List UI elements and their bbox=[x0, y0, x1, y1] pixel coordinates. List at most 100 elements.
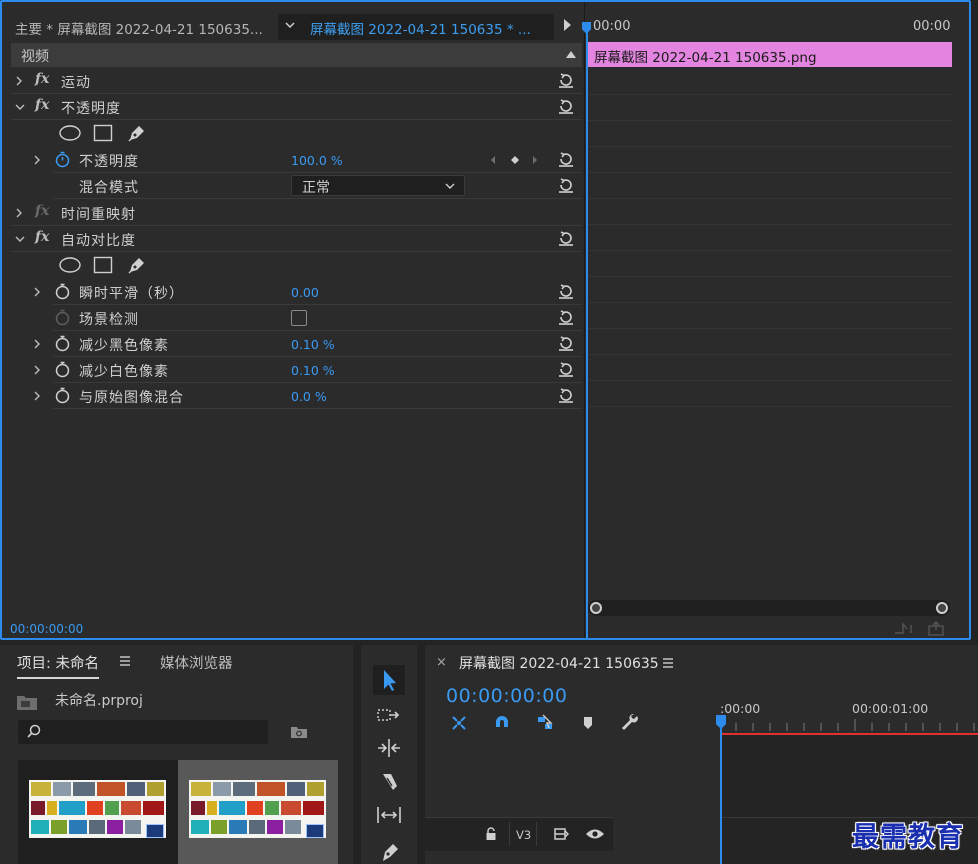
reset-icon[interactable] bbox=[557, 334, 575, 352]
stopwatch-icon[interactable] bbox=[54, 361, 71, 378]
stopwatch-icon[interactable] bbox=[54, 283, 71, 300]
reset-icon[interactable] bbox=[557, 176, 575, 194]
reset-icon[interactable] bbox=[557, 282, 575, 300]
work-area-bar[interactable] bbox=[720, 733, 978, 735]
razor-tool[interactable] bbox=[373, 766, 405, 796]
new-bin-search-icon[interactable] bbox=[290, 725, 308, 739]
expand-chevron-icon[interactable] bbox=[33, 287, 41, 297]
sync-lock-icon[interactable] bbox=[553, 827, 569, 841]
project-item-thumbnail-selected[interactable] bbox=[178, 760, 338, 864]
ellipse-mask-icon[interactable] bbox=[58, 256, 82, 274]
param-row-blend-mode[interactable]: 混合模式 正常 bbox=[53, 173, 582, 199]
pen-mask-icon[interactable] bbox=[126, 254, 148, 276]
tab-media-browser[interactable]: 媒体浏览器 bbox=[160, 652, 233, 673]
video-section-header[interactable]: 视频 bbox=[11, 43, 582, 67]
reset-icon[interactable] bbox=[557, 71, 575, 89]
selection-tool[interactable] bbox=[373, 665, 405, 695]
fx-icon[interactable]: fx bbox=[35, 97, 49, 113]
stopwatch-active-icon[interactable] bbox=[54, 151, 71, 168]
blend-mode-select[interactable]: 正常 bbox=[291, 175, 465, 196]
panel-menu-icon[interactable] bbox=[119, 655, 131, 667]
collapse-chevron-icon[interactable] bbox=[15, 102, 25, 112]
source-clip-label[interactable]: 主要 * 屏幕截图 2022-04-21 150635... bbox=[15, 18, 263, 38]
track-label-v3: V3 bbox=[516, 828, 532, 842]
stopwatch-icon[interactable] bbox=[54, 387, 71, 404]
blend-original-value[interactable]: 0.0 % bbox=[291, 389, 327, 404]
reduce-black-value[interactable]: 0.10 % bbox=[291, 337, 335, 352]
expand-chevron-icon[interactable] bbox=[33, 391, 41, 401]
stopwatch-icon[interactable] bbox=[54, 335, 71, 352]
expand-chevron-icon[interactable] bbox=[15, 208, 23, 218]
timeline-timecode[interactable]: 00:00:00:00 bbox=[446, 685, 567, 707]
expand-chevron-icon[interactable] bbox=[33, 339, 41, 349]
scene-detect-checkbox[interactable] bbox=[291, 310, 307, 326]
param-row-reduce-white[interactable]: 减少白色像素 0.10 % bbox=[34, 357, 582, 383]
add-marker-icon[interactable] bbox=[578, 713, 598, 733]
reduce-white-value[interactable]: 0.10 % bbox=[291, 363, 335, 378]
rectangle-mask-icon[interactable] bbox=[93, 124, 113, 142]
clip-selector-dropdown[interactable]: 屏幕截图 2022-04-21 150635 * ... bbox=[278, 14, 554, 40]
expand-chevron-icon[interactable] bbox=[33, 365, 41, 375]
panel-menu-icon[interactable] bbox=[662, 657, 674, 669]
audio-export-icons[interactable] bbox=[893, 620, 953, 636]
pen-mask-icon[interactable] bbox=[126, 122, 148, 144]
reset-icon[interactable] bbox=[557, 386, 575, 404]
param-row-temporal-smoothing[interactable]: 瞬时平滑（秒） 0.00 bbox=[34, 279, 582, 305]
effect-row-opacity[interactable]: fx 不透明度 bbox=[11, 94, 582, 120]
param-label: 与原始图像混合 bbox=[79, 390, 184, 406]
fx-icon[interactable]: fx bbox=[35, 229, 49, 245]
slip-tool[interactable] bbox=[373, 800, 405, 830]
reset-icon[interactable] bbox=[557, 308, 575, 326]
expand-chevron-icon[interactable] bbox=[15, 76, 23, 86]
reset-icon[interactable] bbox=[557, 229, 575, 247]
lock-track-icon[interactable] bbox=[485, 827, 497, 841]
reset-icon[interactable] bbox=[557, 97, 575, 115]
reset-icon[interactable] bbox=[557, 150, 575, 168]
collapse-up-icon[interactable] bbox=[566, 51, 576, 58]
effect-controls-ruler[interactable]: 00:00 00:00 bbox=[585, 2, 969, 40]
wrench-settings-icon[interactable] bbox=[621, 713, 641, 733]
project-item-thumbnail[interactable] bbox=[18, 760, 178, 864]
ellipse-mask-icon[interactable] bbox=[58, 124, 82, 142]
zoom-scrollbar[interactable] bbox=[588, 600, 950, 616]
fx-icon[interactable]: fx bbox=[35, 71, 49, 87]
param-label: 不透明度 bbox=[79, 154, 139, 170]
effect-row-time-remap[interactable]: fx 时间重映射 bbox=[11, 200, 582, 226]
tab-project[interactable]: 项目: 未命名 bbox=[17, 652, 99, 679]
close-icon[interactable]: × bbox=[436, 655, 447, 670]
scroll-end-handle[interactable] bbox=[936, 602, 948, 614]
scroll-start-handle[interactable] bbox=[590, 602, 602, 614]
param-row-blend-original[interactable]: 与原始图像混合 0.0 % bbox=[34, 383, 582, 409]
param-row-reduce-black[interactable]: 减少黑色像素 0.10 % bbox=[34, 331, 582, 357]
nest-sequence-icon[interactable] bbox=[449, 713, 469, 733]
timeline-ruler[interactable]: :00:00 00:00:01:00 bbox=[720, 695, 978, 735]
ripple-edit-tool[interactable] bbox=[373, 733, 405, 763]
effect-row-auto-contrast[interactable]: fx 自动对比度 bbox=[11, 226, 582, 252]
play-clip-icon[interactable] bbox=[564, 19, 571, 31]
track-select-tool[interactable] bbox=[373, 701, 405, 731]
sequence-type-icon bbox=[306, 824, 324, 838]
reset-icon[interactable] bbox=[557, 360, 575, 378]
temporal-smoothing-value[interactable]: 0.00 bbox=[291, 285, 319, 300]
param-label: 瞬时平滑（秒） bbox=[79, 286, 184, 302]
timeline-playhead[interactable] bbox=[720, 715, 722, 864]
effect-controls-timecode[interactable]: 00:00:00:00 bbox=[10, 622, 83, 636]
param-row-opacity[interactable]: 不透明度 100.0 % bbox=[34, 147, 582, 173]
effect-controls-timeline: 00:00 00:00 屏幕截图 2022-04-21 150635.png bbox=[582, 2, 969, 638]
param-row-scene-detect[interactable]: 场景检测 bbox=[53, 305, 582, 331]
pen-tool[interactable] bbox=[373, 835, 405, 864]
effect-clip-bar[interactable]: 屏幕截图 2022-04-21 150635.png bbox=[588, 42, 952, 67]
sequence-tab[interactable]: 屏幕截图 2022-04-21 150635 bbox=[459, 653, 659, 673]
arrow-pointer-icon bbox=[384, 670, 396, 691]
expand-chevron-icon[interactable] bbox=[33, 155, 41, 165]
snap-magnet-icon[interactable] bbox=[492, 713, 512, 733]
collapse-chevron-icon[interactable] bbox=[15, 234, 25, 244]
playhead-line[interactable] bbox=[586, 24, 588, 638]
opacity-value[interactable]: 100.0 % bbox=[291, 153, 343, 168]
project-search-input[interactable] bbox=[18, 720, 268, 744]
rectangle-mask-icon[interactable] bbox=[93, 256, 113, 274]
keyframe-navigator[interactable] bbox=[489, 153, 541, 167]
effect-row-motion[interactable]: fx 运动 bbox=[11, 68, 582, 94]
eye-visibility-icon[interactable] bbox=[585, 827, 605, 841]
linked-selection-icon[interactable] bbox=[535, 713, 555, 733]
